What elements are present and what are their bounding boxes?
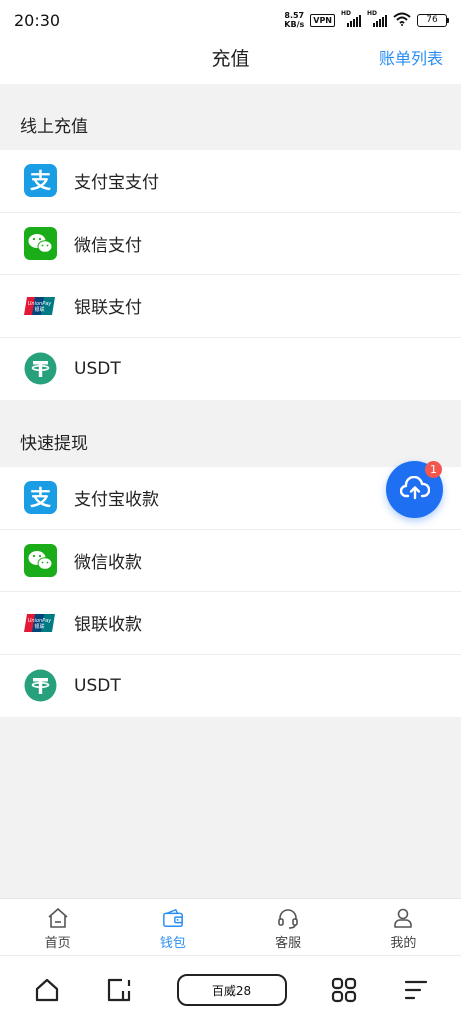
bottom-tab-bar: 首页 钱包 客服 我的 [0, 898, 461, 955]
system-home-button[interactable] [32, 975, 62, 1005]
tab-label: 我的 [390, 936, 417, 951]
wechat-icon [24, 226, 57, 260]
status-bar: 20:30 8.57 KB/s VPN HD HD 76 [0, 0, 461, 40]
wechat-icon [24, 543, 57, 577]
tab-label: 钱包 [159, 936, 186, 951]
list-item-label: 支付宝支付 [74, 173, 159, 194]
system-app-pill[interactable]: 百威28 [176, 974, 287, 1006]
wallet-icon [162, 907, 184, 929]
alipay-icon: 支 [24, 481, 57, 515]
list-item-label: USDT [74, 358, 121, 379]
svg-text:支: 支 [30, 169, 52, 193]
list-item-label: 支付宝收款 [74, 490, 159, 511]
list-item-alipay-pay[interactable]: 支 支付宝支付 [0, 150, 461, 213]
unionpay-icon: UnionPay 银联 [24, 289, 57, 322]
network-speed-unit: KB/s [284, 20, 305, 29]
list-item-label: USDT [74, 675, 121, 696]
tab-home[interactable]: 首页 [0, 899, 115, 955]
header: 充值 账单列表 [0, 40, 461, 84]
system-back-icon [108, 978, 131, 1002]
headset-icon [277, 907, 299, 929]
status-time: 20:30 [14, 10, 61, 30]
svg-text:银联: 银联 [34, 623, 44, 630]
tab-wallet[interactable]: 钱包 [115, 899, 230, 955]
svg-text:银联: 银联 [34, 306, 44, 313]
alipay-icon: 支 [24, 164, 57, 198]
tether-icon [24, 669, 57, 702]
tab-customer-service[interactable]: 客服 [231, 899, 346, 955]
tab-label: 客服 [275, 936, 302, 951]
fab-badge: 1 [425, 461, 442, 478]
svg-text:支: 支 [30, 486, 52, 510]
profile-icon [392, 907, 414, 929]
list-item-unionpay-receive[interactable]: UnionPay 银联 银联收款 [0, 592, 461, 655]
wifi-icon [393, 12, 411, 29]
unionpay-icon: UnionPay 银联 [24, 606, 57, 639]
home-icon [47, 907, 69, 929]
system-back-button[interactable] [104, 975, 134, 1005]
list-item-unionpay-pay[interactable]: UnionPay 银联 银联支付 [0, 275, 461, 338]
list-item-wechat-pay[interactable]: 微信支付 [0, 213, 461, 275]
list-item-usdt-pay[interactable]: USDT [0, 338, 461, 401]
network-speed-value: 8.57 [284, 11, 305, 20]
list-item-wechat-receive[interactable]: 微信收款 [0, 530, 461, 592]
list-item-label: 微信支付 [74, 235, 142, 256]
tether-icon [24, 352, 57, 385]
tab-label: 首页 [44, 936, 71, 951]
system-apps-button[interactable] [329, 975, 359, 1005]
tab-profile[interactable]: 我的 [346, 899, 461, 955]
menu-lines-icon [404, 980, 428, 1000]
system-menu-button[interactable] [401, 975, 431, 1005]
system-home-icon [35, 978, 59, 1002]
apps-grid-icon [331, 977, 356, 1003]
list-item-label: 银联收款 [74, 615, 142, 636]
signal-icon: HD [341, 10, 361, 27]
system-nav-bar: 百威28 [0, 955, 461, 1024]
vpn-icon: VPN [310, 13, 335, 27]
network-speed: 8.57 KB/s [284, 11, 304, 29]
online-recharge-list: 支 支付宝支付 微信支付 UnionPay 银联 银联支付 USDT [0, 150, 461, 400]
section-online-recharge-title: 线上充值 [0, 84, 461, 150]
signal-icon-2: HD [367, 10, 387, 27]
cloud-upload-icon [399, 475, 430, 504]
list-item-label: 微信收款 [74, 552, 142, 573]
battery-icon: 76 [417, 13, 449, 27]
bill-list-link[interactable]: 账单列表 [379, 40, 443, 78]
list-item-usdt-receive[interactable]: USDT [0, 655, 461, 718]
status-icons: 8.57 KB/s VPN HD HD 76 [284, 10, 449, 29]
section-quick-withdraw-title: 快速提现 [0, 401, 461, 467]
list-item-label: 银联支付 [74, 298, 142, 319]
